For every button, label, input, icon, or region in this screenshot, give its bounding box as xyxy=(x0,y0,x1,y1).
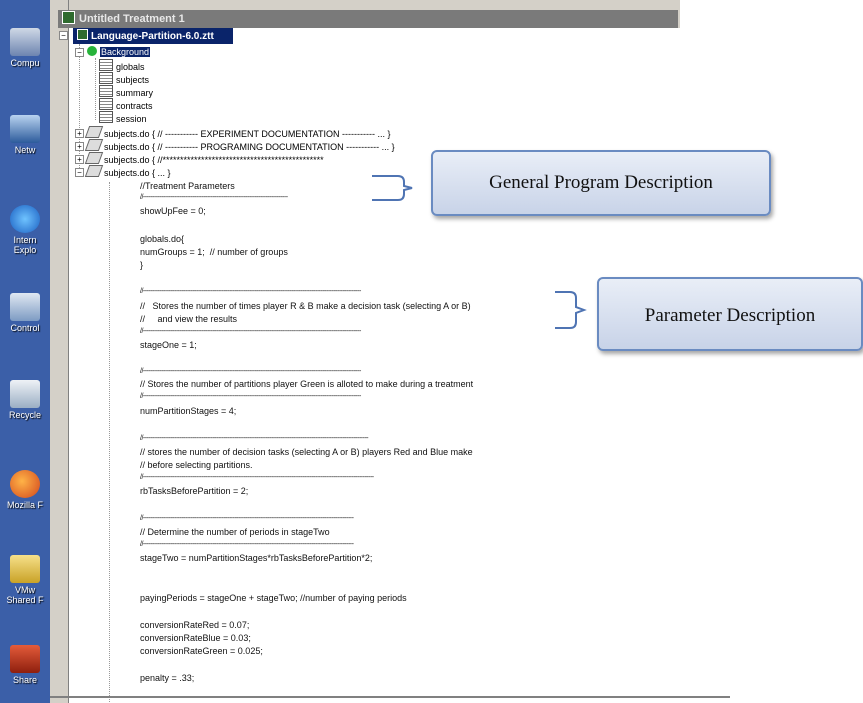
parameter-bracket xyxy=(555,291,587,329)
general-bracket xyxy=(372,175,413,201)
parameter-description-callout: Parameter Description xyxy=(597,277,863,351)
general-description-callout: General Program Description xyxy=(431,150,771,216)
